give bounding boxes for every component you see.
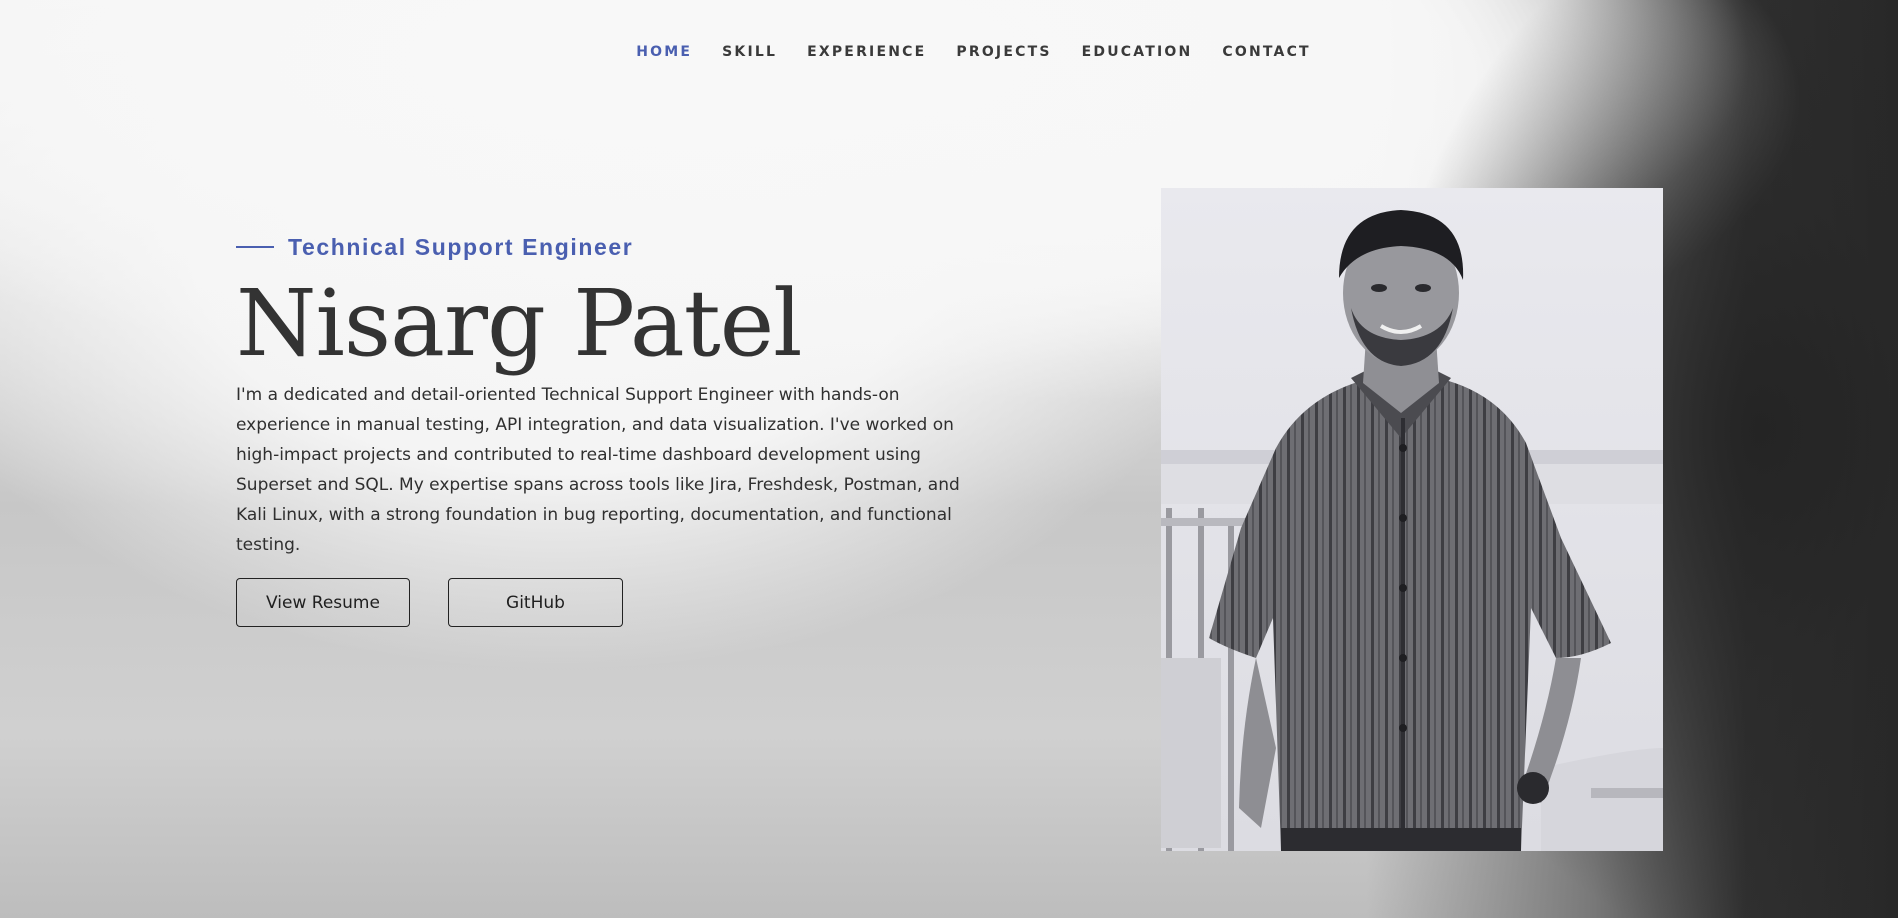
profile-photo-illustration [1161, 188, 1663, 851]
subtitle-rule [236, 246, 274, 248]
nav-item-contact[interactable]: CONTACT [1222, 44, 1310, 60]
hero-section: Technical Support Engineer Nisarg Patel … [236, 230, 996, 627]
hero-bio: I'm a dedicated and detail-oriented Tech… [236, 385, 960, 555]
nav-item-experience[interactable]: EXPERIENCE [807, 44, 926, 60]
github-button[interactable]: GitHub [448, 578, 623, 627]
profile-photo [1161, 188, 1663, 851]
nav-item-education[interactable]: EDUCATION [1082, 44, 1193, 60]
nav-item-projects[interactable]: PROJECTS [956, 44, 1051, 60]
hero-buttons: View Resume GitHub [236, 578, 623, 627]
nav-item-skill[interactable]: SKILL [722, 44, 777, 60]
nav-list: HOME SKILL EXPERIENCE PROJECTS EDUCATION… [636, 44, 1311, 60]
nav-item-home[interactable]: HOME [636, 44, 692, 60]
view-resume-button[interactable]: View Resume [236, 578, 410, 627]
job-title: Technical Support Engineer [288, 233, 634, 260]
hero-subtitle: Technical Support Engineer [236, 230, 996, 264]
hero-name: Nisarg Patel [236, 270, 803, 377]
main-nav: HOME SKILL EXPERIENCE PROJECTS EDUCATION… [0, 44, 1898, 60]
